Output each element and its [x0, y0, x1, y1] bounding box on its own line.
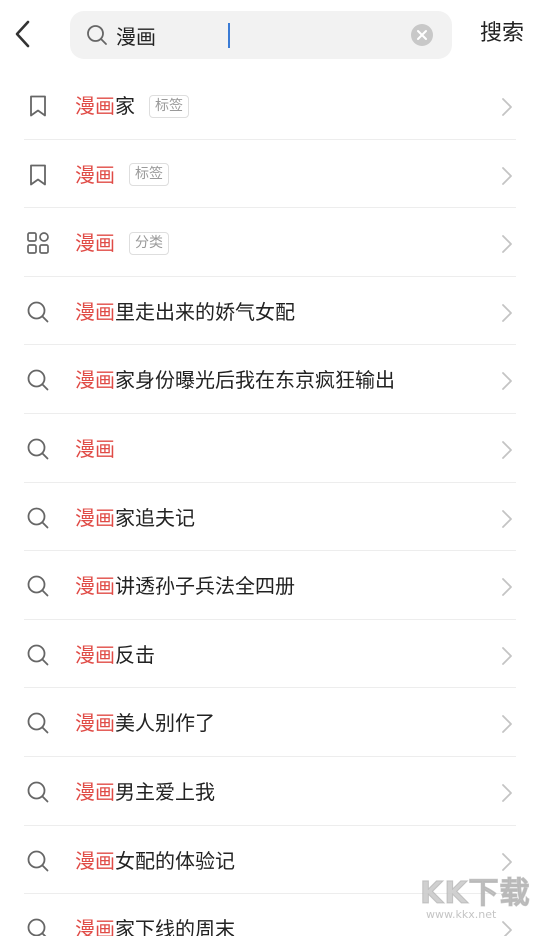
chevron-right-icon: [500, 920, 514, 936]
search-icon: [87, 25, 107, 45]
search-icon: [26, 437, 50, 461]
search-icon: [26, 300, 50, 324]
suggestion-list: 漫画家标签 漫画 标签 漫画 分类 漫画 里走出来的娇气女配 漫画 家身份曝光后我在东京疯狂输出…: [0, 71, 541, 936]
suggestion-suffix: 男主爱上我: [115, 779, 215, 804]
matched-keyword: 漫画: [75, 231, 115, 256]
suggestion-suffix: 讲透孙子兵法全四册: [115, 574, 295, 599]
suggestion-suffix: 女配的体验记: [115, 848, 235, 873]
type-tag: 标签: [129, 163, 169, 187]
matched-keyword: 漫画: [75, 642, 115, 667]
text-cursor: [228, 23, 230, 48]
search-icon: [26, 780, 50, 804]
suggestion-text: 漫画 家身份曝光后我在东京疯狂输出: [75, 365, 395, 395]
search-box[interactable]: [70, 11, 452, 59]
search-icon: [26, 506, 50, 530]
search-icon: [26, 711, 50, 735]
suggestion-text: 漫画 男主爱上我: [75, 777, 215, 807]
suggestion-row[interactable]: 漫画 分类: [0, 208, 541, 277]
suggestion-row[interactable]: 漫画 家下线的周末: [0, 894, 541, 936]
suggestion-suffix: 家追夫记: [115, 505, 195, 530]
search-page: 搜索 漫画家标签漫画标签漫画分类漫画里走出来的娇气女配漫画家身份曝光后我在东京疯…: [0, 0, 541, 936]
suggestion-row[interactable]: 漫画 男主爱上我: [0, 757, 541, 826]
suggestion-suffix: 反击: [115, 642, 155, 667]
chevron-right-icon: [500, 509, 514, 529]
search-icon: [26, 574, 50, 598]
type-tag: 分类: [129, 231, 169, 255]
suggestion-suffix: 家身份曝光后我在东京疯狂输出: [115, 368, 395, 393]
matched-keyword: 漫画: [75, 917, 115, 936]
chevron-right-icon: [500, 440, 514, 460]
suggestion-text: 漫画家标签: [75, 91, 189, 121]
suggestion-text: 漫画 家追夫记: [75, 503, 195, 533]
chevron-right-icon: [500, 783, 514, 803]
chevron-right-icon: [500, 371, 514, 391]
bookmark-icon: [26, 163, 50, 187]
back-button[interactable]: [6, 14, 40, 54]
type-tag: 标签: [149, 94, 189, 118]
suggestion-text: 漫画 家下线的周末: [75, 914, 235, 936]
matched-keyword: 漫画: [75, 711, 115, 736]
chevron-right-icon: [500, 166, 514, 186]
search-icon: [26, 849, 50, 873]
suggestion-row[interactable]: 漫画 家身份曝光后我在东京疯狂输出: [0, 345, 541, 414]
chevron-left-icon: [15, 20, 30, 48]
suggestion-row[interactable]: 漫画 美人别作了: [0, 688, 541, 757]
chevron-right-icon: [500, 303, 514, 323]
suggestion-text: 漫画 标签: [75, 160, 169, 190]
matched-keyword: 漫画: [75, 574, 115, 599]
search-input[interactable]: [116, 19, 406, 51]
suggestion-row[interactable]: 漫画家标签: [0, 71, 541, 140]
suggestion-text: 漫画 美人别作了: [75, 708, 215, 738]
matched-keyword: 漫画: [75, 94, 115, 118]
suggestion-text: 漫画: [75, 434, 115, 464]
chevron-right-icon: [500, 646, 514, 666]
matched-keyword: 漫画: [75, 368, 115, 393]
search-button[interactable]: 搜索: [466, 14, 538, 54]
suggestion-row[interactable]: 漫画 反击: [0, 620, 541, 689]
suggestion-suffix: 家下线的周末: [115, 917, 235, 936]
suggestion-row[interactable]: 漫画 里走出来的娇气女配: [0, 277, 541, 346]
matched-keyword: 漫画: [75, 436, 115, 461]
search-icon: [26, 368, 50, 392]
suggestion-text: 漫画 分类: [75, 228, 169, 258]
matched-keyword: 漫画: [75, 779, 115, 804]
clear-input-icon[interactable]: [410, 23, 434, 47]
chevron-right-icon: [500, 234, 514, 254]
matched-keyword: 漫画: [75, 848, 115, 873]
chevron-right-icon: [500, 577, 514, 597]
suggestion-row[interactable]: 漫画: [0, 414, 541, 483]
suggestion-suffix: 里走出来的娇气女配: [115, 299, 295, 324]
matched-keyword: 漫画: [75, 299, 115, 324]
suggestion-text: 漫画 反击: [75, 640, 155, 670]
suggestion-text: 漫画 讲透孙子兵法全四册: [75, 571, 295, 601]
search-header: 搜索: [0, 0, 541, 70]
suggestion-suffix: 家: [115, 94, 135, 118]
suggestion-text: 漫画 女配的体验记: [75, 846, 235, 876]
suggestion-row[interactable]: 漫画 讲透孙子兵法全四册: [0, 551, 541, 620]
category-grid-icon: [26, 231, 50, 255]
chevron-right-icon: [500, 852, 514, 872]
suggestion-row[interactable]: 漫画 家追夫记: [0, 483, 541, 552]
chevron-right-icon: [500, 714, 514, 734]
search-icon: [26, 643, 50, 667]
matched-keyword: 漫画: [75, 162, 115, 187]
suggestion-row[interactable]: 漫画 标签: [0, 140, 541, 209]
suggestion-suffix: 美人别作了: [115, 711, 215, 736]
suggestion-text: 漫画 里走出来的娇气女配: [75, 297, 295, 327]
suggestion-row[interactable]: 漫画 女配的体验记: [0, 826, 541, 895]
search-icon: [26, 917, 50, 936]
bookmark-icon: [26, 94, 50, 118]
chevron-right-icon: [500, 97, 514, 117]
matched-keyword: 漫画: [75, 505, 115, 530]
